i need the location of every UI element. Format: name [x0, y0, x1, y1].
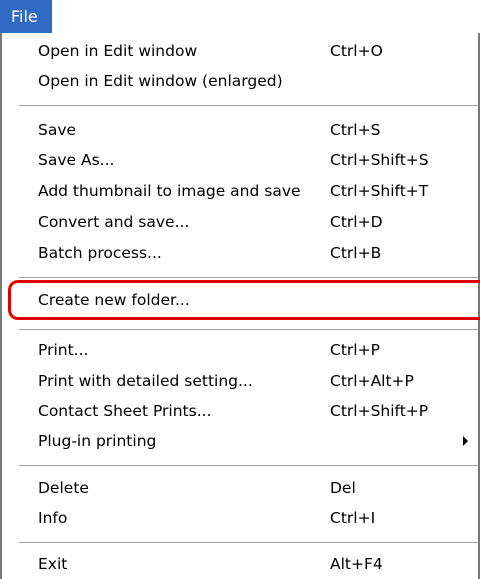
- menu-item-shortcut: Ctrl+O: [330, 42, 383, 60]
- menu-item-shortcut: Ctrl+S: [330, 121, 381, 139]
- menu-item-add-thumbnail-and-save[interactable]: Add thumbnail to image and save Ctrl+Shi…: [2, 176, 478, 206]
- menu-item-print[interactable]: Print... Ctrl+P: [2, 335, 478, 365]
- menu-separator: [19, 105, 478, 106]
- menu-item-label: Add thumbnail to image and save: [38, 182, 301, 200]
- menu-item-open-in-edit-window-enlarged[interactable]: Open in Edit window (enlarged): [2, 66, 478, 96]
- menu-item-plug-in-printing[interactable]: Plug-in printing: [2, 426, 478, 456]
- menu-item-batch-process[interactable]: Batch process... Ctrl+B: [2, 238, 478, 268]
- menu-item-label: Print with detailed setting...: [38, 372, 253, 390]
- menu-item-shortcut: Ctrl+Shift+S: [330, 151, 429, 169]
- menu-item-info[interactable]: Info Ctrl+I: [2, 503, 478, 533]
- file-menu-screenshot: File Open in Edit window Ctrl+O Open in …: [0, 0, 480, 579]
- menu-item-open-in-edit-window[interactable]: Open in Edit window Ctrl+O: [2, 36, 478, 66]
- menu-item-shortcut: Ctrl+Alt+P: [330, 372, 414, 390]
- menu-item-save[interactable]: Save Ctrl+S: [2, 115, 478, 145]
- menu-item-shortcut: Alt+F4: [330, 555, 383, 573]
- menu-item-label: Convert and save...: [38, 213, 190, 231]
- menu-item-label: Contact Sheet Prints...: [38, 402, 212, 420]
- menu-item-contact-sheet-prints[interactable]: Contact Sheet Prints... Ctrl+Shift+P: [2, 396, 478, 426]
- menu-item-label: Open in Edit window: [38, 42, 198, 60]
- menu-item-label: Print...: [38, 341, 89, 359]
- menu-item-shortcut: Ctrl+D: [330, 213, 383, 231]
- highlight-outline: [8, 280, 480, 320]
- menu-item-delete[interactable]: Delete Del: [2, 473, 478, 503]
- menu-item-label: Plug-in printing: [38, 432, 157, 450]
- menu-separator: [19, 329, 478, 330]
- menu-item-label: Info: [38, 509, 68, 527]
- menu-item-shortcut: Ctrl+I: [330, 509, 376, 527]
- menu-item-shortcut: Ctrl+B: [330, 244, 382, 262]
- menu-item-print-with-detailed-setting[interactable]: Print with detailed setting... Ctrl+Alt+…: [2, 366, 478, 396]
- file-menu-title[interactable]: File: [0, 0, 52, 33]
- menu-item-shortcut: Ctrl+P: [330, 341, 380, 359]
- menu-item-convert-and-save[interactable]: Convert and save... Ctrl+D: [2, 207, 478, 237]
- menu-item-save-as[interactable]: Save As... Ctrl+Shift+S: [2, 145, 478, 175]
- menu-item-label: Delete: [38, 479, 89, 497]
- menu-separator: [19, 465, 478, 466]
- menu-separator: [19, 277, 478, 278]
- menu-item-label: Save: [38, 121, 77, 139]
- menu-item-label: Batch process...: [38, 244, 162, 262]
- submenu-arrow-icon: [463, 436, 468, 446]
- menu-item-label: Save As...: [38, 151, 115, 169]
- menu-item-shortcut: Del: [330, 479, 356, 497]
- menu-item-label: Open in Edit window (enlarged): [38, 72, 283, 90]
- menu-item-shortcut: Ctrl+Shift+T: [330, 182, 429, 200]
- menu-separator: [19, 542, 478, 543]
- menu-item-shortcut: Ctrl+Shift+P: [330, 402, 429, 420]
- menu-item-exit[interactable]: Exit Alt+F4: [2, 549, 478, 579]
- menu-item-label: Exit: [38, 555, 68, 573]
